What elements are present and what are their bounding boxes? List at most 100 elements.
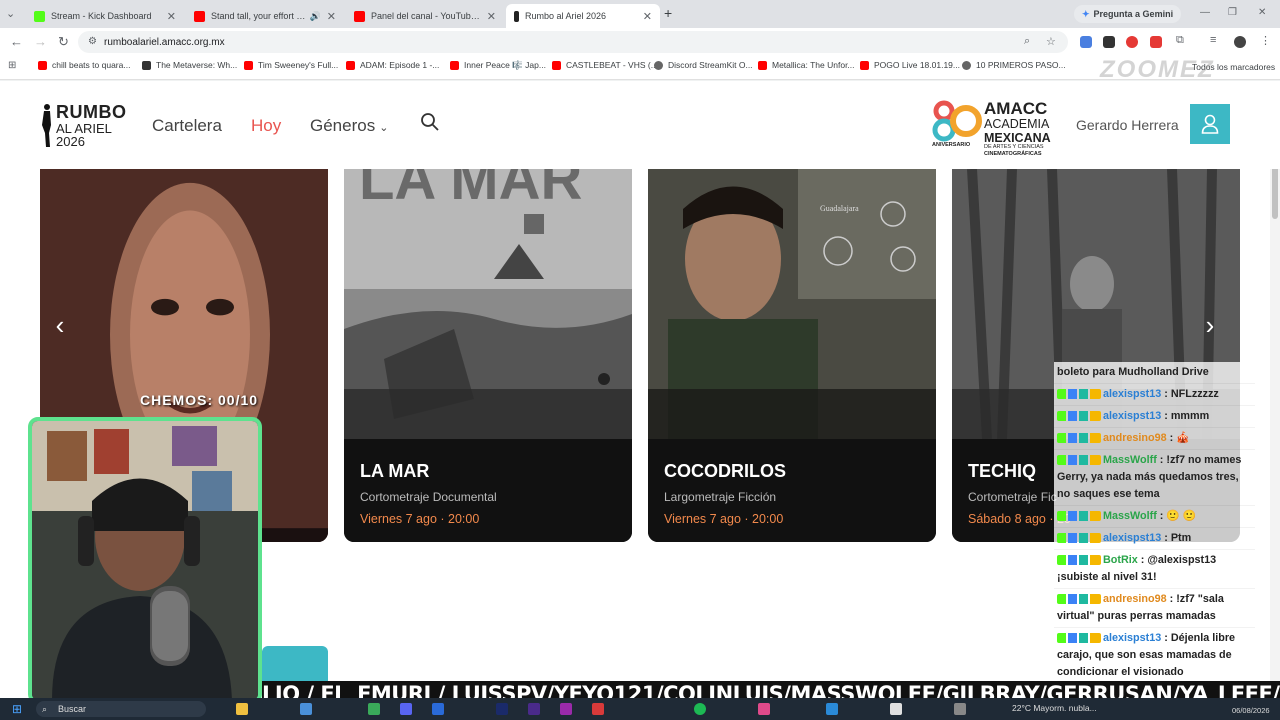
card-genre: Largometraje Ficción — [664, 490, 777, 504]
new-tab-button[interactable]: + — [664, 5, 672, 21]
chat-badges-icon — [1057, 633, 1101, 644]
bookmark-item[interactable]: Inner Peace 🎼 Jap... — [450, 60, 546, 71]
carousel-next-button[interactable]: › — [1190, 305, 1230, 345]
scrollbar-thumb[interactable] — [1272, 169, 1278, 219]
gemini-button[interactable]: ✦ Pregunta a Gemini — [1074, 5, 1182, 23]
taskbar-app-icon[interactable] — [560, 703, 572, 715]
close-icon[interactable]: ✕ — [327, 10, 336, 23]
chat-message: alexispst13 : Ptm — [1054, 528, 1255, 550]
tab-youtube-studio[interactable]: Panel del canal - YouTube Studi ✕ — [346, 4, 504, 28]
taskbar-app-icon[interactable] — [890, 703, 902, 715]
tab-rumbo-al-ariel[interactable]: Rumbo al Ariel 2026 ✕ — [506, 4, 660, 28]
close-window-button[interactable]: ✕ — [1258, 7, 1266, 18]
gemini-label: Pregunta a Gemini — [1093, 9, 1174, 19]
amacc-logo[interactable]: AMACC ACADEMIA MEXICANA DE ARTES Y CIENC… — [984, 100, 1051, 157]
search-icon: ⌕ — [42, 704, 48, 714]
forward-button[interactable]: → — [34, 34, 47, 49]
taskbar-app-icon[interactable] — [954, 703, 966, 715]
amacc-80-logo-icon — [932, 100, 982, 142]
taskbar-app-icon[interactable] — [592, 703, 604, 715]
user-account-button[interactable] — [1190, 104, 1230, 144]
taskbar-app-icon[interactable] — [236, 703, 248, 715]
logo-line1: RUMBO — [56, 102, 127, 122]
extension-icon[interactable] — [1103, 36, 1115, 48]
close-icon[interactable]: ✕ — [487, 10, 496, 23]
chat-message: alexispst13 : NFLzzzzz — [1054, 384, 1255, 406]
film-card[interactable]: Guadalajara COCODRILOS Largometraje Ficc… — [648, 169, 936, 542]
page-scrollbar[interactable] — [1270, 169, 1280, 720]
close-icon[interactable]: ✕ — [167, 10, 176, 23]
chat-badges-icon — [1057, 389, 1101, 400]
extension-icon[interactable] — [1150, 36, 1162, 48]
taskbar-app-icon[interactable] — [826, 703, 838, 715]
speaker-icon[interactable]: 🔊 — [310, 11, 321, 22]
minimize-button[interactable]: — — [1200, 7, 1210, 18]
reload-button[interactable]: ↻ — [58, 34, 69, 50]
reading-list-icon[interactable]: ≡ — [1210, 34, 1216, 46]
zoom-icon[interactable]: ⌕ — [1024, 35, 1030, 48]
teal-action-button[interactable] — [262, 646, 328, 686]
bookmark-item[interactable]: The Metaverse: Wh... — [142, 60, 237, 70]
browser-tabstrip: ⌄ Stream - Kick Dashboard ✕ Stand tall, … — [0, 0, 1280, 28]
youtube-icon — [552, 60, 561, 70]
maximize-button[interactable]: ❐ — [1228, 7, 1237, 18]
nav-generos[interactable]: Géneros ⌄ — [310, 116, 388, 136]
bookmark-item[interactable]: Tim Sweeney's Full... — [244, 60, 338, 70]
taskbar-search-label: Buscar — [58, 704, 87, 714]
back-button[interactable]: ← — [10, 34, 23, 49]
bookmark-item[interactable]: chill beats to quara... — [38, 60, 130, 70]
bookmark-item[interactable]: CASTLEBEAT - VHS (... — [552, 60, 658, 70]
chat-message: boleto para Mudholland Drive — [1054, 362, 1255, 384]
search-icon[interactable] — [420, 112, 440, 132]
taskbar-app-icon[interactable] — [528, 703, 540, 715]
bookmark-item[interactable]: Discord StreamKit O... — [654, 60, 753, 70]
profile-avatar[interactable] — [1234, 36, 1246, 48]
bookmark-item[interactable]: 10 PRIMEROS PASO... — [962, 60, 1066, 70]
carousel-prev-button[interactable]: ‹ — [40, 305, 80, 345]
bookmark-label: Discord StreamKit O... — [668, 60, 753, 70]
taskbar-app-icon[interactable] — [300, 703, 312, 715]
taskbar-app-icon[interactable] — [432, 703, 444, 715]
extension-icon[interactable] — [1080, 36, 1092, 48]
taskbar-app-icon[interactable] — [400, 703, 412, 715]
taskbar-app-icon[interactable] — [694, 703, 706, 715]
extensions-puzzle-icon[interactable]: ⧉ — [1176, 34, 1184, 47]
weather-widget[interactable]: 22°C Mayorm. nubla... — [1012, 703, 1097, 713]
user-icon — [1201, 114, 1219, 134]
bookmark-label: POGO Live 18.01.19... — [874, 60, 960, 70]
tab-search-icon[interactable]: ⌄ — [6, 7, 15, 20]
user-name[interactable]: Gerardo Herrera — [1076, 117, 1179, 133]
clock-date[interactable]: 06/08/2026 — [1232, 706, 1270, 715]
taskbar-app-icon[interactable] — [758, 703, 770, 715]
nav-hoy[interactable]: Hoy — [251, 116, 281, 136]
rumbo-logo[interactable]: RUMBO AL ARIEL 2026 — [56, 103, 127, 148]
tab-youtube-stand-tall[interactable]: Stand tall, your effort will bl 🔊 ✕ — [186, 4, 344, 28]
aniversario-label: ANIVERSARIO — [932, 142, 971, 148]
chat-message: BotRix : @alexispst13 ¡subiste al nivel … — [1054, 550, 1255, 589]
nav-cartelera[interactable]: Cartelera — [152, 116, 222, 136]
close-icon[interactable]: ✕ — [643, 10, 652, 23]
site-info-icon[interactable]: ⚙ — [88, 36, 97, 47]
film-card[interactable]: LA MAR LA MAR Cortometraje Documental Vi… — [344, 169, 632, 542]
bookmark-label: The Metaverse: Wh... — [156, 60, 238, 70]
youtube-icon — [860, 60, 869, 70]
bookmark-item[interactable]: ADAM: Episode 1 -... — [346, 60, 439, 70]
taskbar-search[interactable]: ⌕ Buscar — [36, 701, 206, 717]
tab-kick-dashboard[interactable]: Stream - Kick Dashboard ✕ — [26, 4, 184, 28]
menu-icon[interactable]: ⋮ — [1260, 34, 1271, 47]
youtube-studio-icon — [354, 10, 365, 22]
bookmark-item[interactable]: Metallica: The Unfor... — [758, 60, 855, 70]
address-bar[interactable]: ⚙ rumboalariel.amacc.org.mx ⌕ ☆ — [78, 31, 1068, 53]
taskbar-app-icon[interactable] — [496, 703, 508, 715]
bookmark-item[interactable]: POGO Live 18.01.19... — [860, 60, 960, 70]
windows-start-icon[interactable]: ⊞ — [12, 702, 22, 716]
bookmark-label: chill beats to quara... — [52, 60, 131, 70]
bookmark-star-icon[interactable]: ☆ — [1046, 35, 1056, 48]
apps-grid-icon[interactable]: ⊞ — [8, 60, 16, 71]
chat-badges-icon — [1057, 411, 1101, 422]
chat-username: MassWolff — [1103, 510, 1157, 522]
taskbar-app-icon[interactable] — [368, 703, 380, 715]
chat-text: : Ptm — [1164, 532, 1192, 544]
extension-icon[interactable] — [1126, 36, 1138, 48]
chat-username: alexispst13 — [1103, 410, 1162, 422]
